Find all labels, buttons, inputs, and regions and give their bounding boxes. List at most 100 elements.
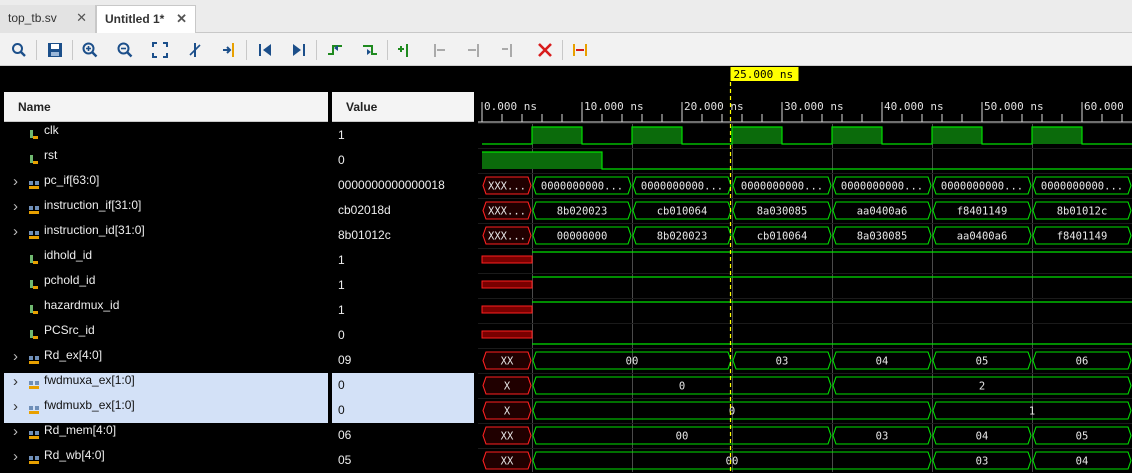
bus-value-label: XX (501, 356, 514, 368)
bus-value-label: 8b020023 (557, 206, 608, 218)
tab-untitled-1[interactable]: Untitled 1* ✕ (96, 5, 196, 33)
signal-row-idhold-id[interactable]: idhold_id (4, 248, 328, 273)
signal-row-fwdmuxa-ex[interactable]: › fwdmuxa_ex[1:0] (4, 373, 328, 398)
x-state-segment (481, 255, 533, 264)
signal-row-pchold-id[interactable]: pchold_id (4, 273, 328, 298)
signal-name: hazardmux_id (44, 298, 120, 312)
save-icon[interactable] (46, 41, 64, 59)
x-state-segment (481, 330, 533, 339)
signal-row-instruction-if[interactable]: › instruction_if[31:0] (4, 198, 328, 223)
bus-signal-icon (28, 379, 40, 391)
expand-icon[interactable]: › (13, 423, 18, 440)
bus-signal-icon (28, 454, 40, 466)
signal-name: pchold_id (44, 273, 96, 287)
signal-row-instruction-id[interactable]: › instruction_id[31:0] (4, 223, 328, 248)
zoom-in-icon[interactable] (81, 41, 99, 59)
bus-value-label: 1 (1029, 406, 1035, 418)
waveform-pane[interactable]: 0.000 ns 10.000 ns 20.000 ns 30.000 ns 40.00… (478, 66, 1132, 472)
signal-row-clk[interactable]: clk (4, 123, 328, 148)
ruler-tick-label: 50.000 ns (984, 100, 1044, 113)
bus-value-label: f8401149 (1057, 231, 1108, 243)
bus-value-label: cb010064 (657, 206, 708, 218)
signal-value: cb02018d (338, 203, 391, 217)
goto-cursor-icon[interactable] (220, 41, 238, 59)
expand-icon[interactable]: › (13, 373, 18, 390)
expand-icon[interactable]: › (13, 448, 18, 465)
zoom-out-icon[interactable] (116, 41, 134, 59)
signal-row-hazardmux-id[interactable]: hazardmux_id (4, 298, 328, 323)
clock-high-fill (632, 127, 682, 144)
signal-row-rd-mem[interactable]: › Rd_mem[4:0] (4, 423, 328, 448)
signal-row-rd-wb[interactable]: › Rd_wb[4:0] (4, 448, 328, 473)
bus-value-label: 03 (776, 356, 789, 368)
bus-value-label: X (504, 381, 511, 393)
signal-row-rst[interactable]: rst (4, 148, 328, 173)
cursor-icon[interactable] (186, 41, 204, 59)
signal-name: pc_if[63:0] (44, 173, 100, 187)
go-to-start-icon[interactable] (256, 41, 274, 59)
bus-value-label: 0000000000... (1041, 181, 1123, 193)
signal-row-pc-if[interactable]: › pc_if[63:0] (4, 173, 328, 198)
delete-icon[interactable] (536, 41, 554, 59)
zoom-fit-icon[interactable] (151, 41, 169, 59)
search-icon[interactable] (10, 41, 28, 59)
ruler-tick-label: 0.000 ns (484, 100, 537, 113)
bus-value-label: cb010064 (757, 231, 808, 243)
signal-value: 1 (338, 303, 345, 317)
bit-high-fill (482, 152, 602, 169)
waveform-canvas[interactable]: 0.000 ns 10.000 ns 20.000 ns 30.000 ns 40.00… (478, 66, 1132, 472)
bus-value-label: XXX... (488, 206, 526, 218)
expand-icon[interactable]: › (13, 398, 18, 415)
bus-value-label: XXX... (488, 231, 526, 243)
bus-value-label: X (504, 406, 511, 418)
bus-value-label: 0000000000... (841, 181, 923, 193)
bus-value-label: 0 (679, 381, 685, 393)
bus-value-label: 03 (976, 456, 989, 468)
signal-row-pcsrc-id[interactable]: PCSrc_id (4, 323, 328, 348)
ruler-tick-label: 30.000 ns (784, 100, 844, 113)
close-icon[interactable]: ✕ (76, 5, 87, 31)
prev-transition-icon[interactable] (326, 41, 344, 59)
signal-row-rd-ex[interactable]: › Rd_ex[4:0] (4, 348, 328, 373)
signal-value: 0 (338, 328, 345, 342)
next-transition-icon[interactable] (361, 41, 379, 59)
expand-icon[interactable]: › (13, 198, 18, 215)
bus-value-label: aa0400a6 (957, 231, 1008, 243)
expand-icon[interactable]: › (13, 173, 18, 190)
go-to-end-icon[interactable] (290, 41, 308, 59)
signal-name: clk (44, 123, 59, 137)
tab-top-tb-sv[interactable]: top_tb.sv ✕ (0, 5, 96, 33)
add-marker-icon[interactable] (396, 41, 414, 59)
signal-row-fwdmuxb-ex[interactable]: › fwdmuxb_ex[1:0] (4, 398, 328, 423)
ruler-tick-label: 60.000 (1084, 100, 1124, 113)
bus-value-label: 0000000000... (941, 181, 1023, 193)
bus-signal-icon (28, 204, 40, 216)
close-icon[interactable]: ✕ (176, 6, 187, 32)
next-marker-icon[interactable] (465, 41, 483, 59)
bus-signal-icon (28, 354, 40, 366)
signal-value: 0 (338, 153, 345, 167)
prev-marker-icon[interactable] (430, 41, 448, 59)
expand-icon[interactable]: › (13, 348, 18, 365)
bit-signal-icon (28, 254, 40, 266)
ruler-tick-label: 40.000 ns (884, 100, 944, 113)
signal-name: idhold_id (44, 248, 93, 262)
signal-name: Rd_ex[4:0] (44, 348, 103, 362)
remove-marker-icon[interactable] (500, 41, 518, 59)
bus-value-label: 8a030085 (857, 231, 908, 243)
x-state-segment (481, 280, 533, 289)
expand-icon[interactable]: › (13, 223, 18, 240)
name-column-header[interactable]: Name (4, 92, 328, 122)
snap-icon[interactable] (571, 41, 589, 59)
value-column-header[interactable]: Value (332, 92, 474, 122)
bit-signal-icon (28, 279, 40, 291)
bus-value-label: 8b020023 (657, 231, 708, 243)
bit-signal-icon (28, 329, 40, 341)
bus-value-label: 0000000000... (741, 181, 823, 193)
bus-value-label: XXX... (488, 181, 526, 193)
bus-value-label: 06 (1076, 356, 1089, 368)
bus-value-label: aa0400a6 (857, 206, 908, 218)
bus-value-label: 0000000000... (541, 181, 623, 193)
bus-value-label: 00 (626, 356, 639, 368)
signal-value: 06 (338, 428, 352, 442)
